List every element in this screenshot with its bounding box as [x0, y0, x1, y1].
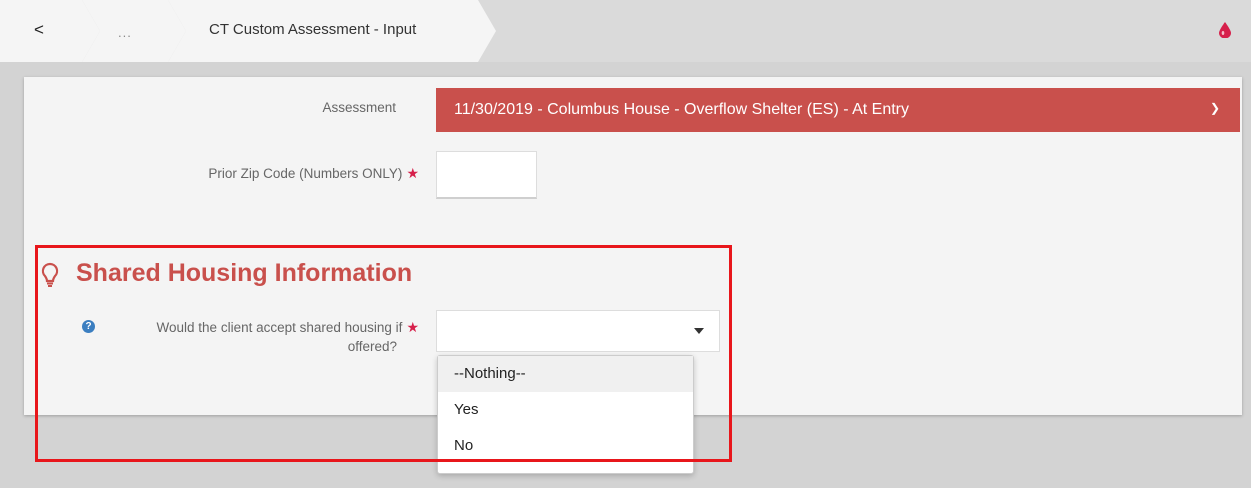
- option-no[interactable]: No: [438, 428, 693, 464]
- prior-zip-input[interactable]: [436, 151, 537, 199]
- ellipsis-label: ...: [118, 25, 132, 40]
- help-icon[interactable]: ?: [82, 320, 95, 333]
- assessment-select[interactable]: 11/30/2019 - Columbus House - Overflow S…: [436, 88, 1240, 132]
- caret-down-icon: [694, 328, 704, 334]
- shared-housing-options: --Nothing-- Yes No: [437, 355, 694, 474]
- shared-housing-label-line1: Would the client accept shared housing i…: [156, 320, 403, 335]
- back-label: <: [34, 20, 44, 39]
- assessment-label: Assessment: [322, 100, 396, 115]
- shared-housing-label-line2: offered?: [347, 339, 397, 354]
- section-title: Shared Housing Information: [76, 259, 413, 287]
- assessment-value: 11/30/2019 - Columbus House - Overflow S…: [454, 101, 910, 118]
- option-nothing[interactable]: --Nothing--: [438, 356, 693, 392]
- prior-zip-label: Prior Zip Code (Numbers ONLY): [208, 166, 403, 181]
- prior-zip-label-row: Prior Zip Code (Numbers ONLY) ★: [124, 165, 419, 182]
- required-star-icon: ★: [406, 165, 419, 181]
- page-title: CT Custom Assessment - Input: [209, 21, 417, 38]
- drop-icon[interactable]: [1219, 22, 1231, 38]
- lightbulb-icon: [41, 262, 59, 287]
- breadcrumb-current: CT Custom Assessment - Input: [168, 0, 496, 62]
- breadcrumb: < ... CT Custom Assessment - Input: [0, 0, 1251, 62]
- shared-housing-select[interactable]: [436, 310, 720, 352]
- option-yes[interactable]: Yes: [438, 392, 693, 428]
- required-star-icon: ★: [406, 319, 419, 335]
- chevron-down-icon: ❯: [1209, 101, 1220, 115]
- shared-housing-label: Would the client accept shared housing i…: [104, 318, 419, 356]
